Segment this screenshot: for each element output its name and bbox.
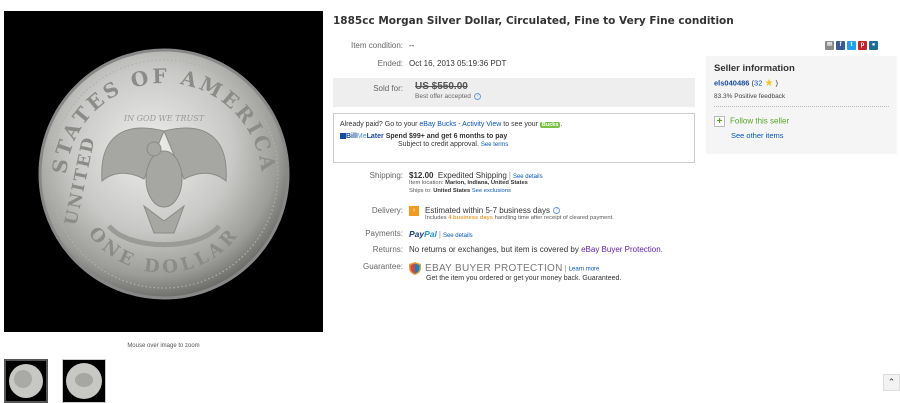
handling-rest: handling time after receipt of cleared p… — [493, 215, 614, 221]
item-condition-row: Item condition: -- — [333, 41, 695, 50]
share-icons: ✉ f t p ● — [825, 41, 878, 50]
payments-row: Payments: PayPal | See details — [333, 229, 695, 239]
bill-me-later-logo: BillMeLater — [340, 133, 384, 140]
score-close: ) — [775, 78, 779, 88]
morgan-dollar-reverse-image: STATES OF AMERICA ONE DOLLAR UNITED IN G… — [38, 48, 290, 300]
sold-price: US $550.00 — [415, 81, 468, 92]
bml-logo-later: Later — [366, 133, 384, 140]
help-icon[interactable]: ? — [473, 93, 481, 100]
pinterest-icon[interactable]: p — [858, 41, 867, 50]
follow-seller-link[interactable]: Follow this seller — [730, 117, 789, 126]
shipping-row: Shipping: $12.00 Expedited Shipping | See … — [333, 171, 695, 195]
see-other-items-line: See other items — [731, 131, 889, 140]
payments-value: PayPal | See details — [409, 229, 473, 239]
condition-label: Item condition: — [350, 41, 403, 50]
item-title: 1885cc Morgan Silver Dollar, Circulated,… — [333, 15, 734, 27]
seller-name-link[interactable]: els040486 — [714, 78, 749, 87]
ebay-bucks-link[interactable]: eBay Bucks - Activity View — [419, 121, 501, 128]
seller-divider — [714, 106, 889, 107]
ended-value: Oct 16, 2013 05:19:36 PDT — [409, 59, 507, 68]
best-offer-note: Best offer accepted? — [415, 93, 481, 100]
returns-value: No returns or exchanges, but item is cov… — [409, 245, 695, 254]
delivery-value: › Estimated within 5-7 business days? In… — [409, 206, 695, 223]
paypal-logo-pay: Pay — [409, 229, 425, 239]
returns-row: Returns: No returns or exchanges, but it… — [333, 245, 695, 254]
guarantee-value: EBAY BUYER PROTECTION | Learn more Get the… — [409, 262, 695, 282]
best-offer-text: Best offer accepted — [415, 93, 471, 101]
plus-icon[interactable]: + — [714, 116, 725, 127]
condition-value: -- — [409, 41, 415, 50]
shipping-method: Expedited Shipping — [437, 171, 507, 180]
paypal-logo-pal: Pal — [424, 229, 437, 239]
seller-info-title: Seller information — [714, 63, 795, 74]
back-to-top-button[interactable]: ⌃ — [883, 374, 900, 391]
shipping-price: $12.00 — [409, 171, 434, 180]
bucks-suffix: . — [560, 121, 563, 128]
ended-label: Ended: — [377, 59, 403, 68]
delivery-label: Delivery: — [371, 206, 403, 215]
ebay-bucks-badge: Bucks — [539, 122, 561, 128]
guarantee-text: Get the item you ordered or get your mon… — [426, 275, 622, 282]
email-icon[interactable]: ✉ — [825, 41, 834, 50]
bill-me-later-line: BillMeLater Spend $99+ and get 6 months … — [340, 133, 688, 140]
delivery-estimate: Estimated within 5-7 business days — [425, 206, 550, 215]
returns-text: No returns or exchanges, but item is cov… — [409, 245, 582, 254]
item-location-label: Item location: — [409, 180, 444, 186]
see-other-items-link[interactable]: See other items — [731, 131, 784, 140]
chevron-up-icon: ⌃ — [887, 377, 896, 387]
buyer-protection-link[interactable]: eBay Buyer Protection. — [581, 245, 663, 254]
bml-credit-note: Subject to credit approval. — [398, 141, 479, 148]
follow-seller-line: + Follow this seller — [714, 116, 889, 127]
star-icon: ★ — [764, 78, 774, 89]
already-paid-box: Already paid? Go to your eBay Bucks - Ac… — [333, 113, 695, 163]
ebay-bucks-line: Already paid? Go to your eBay Bucks - Ac… — [340, 121, 688, 128]
guarantee-row: Guarantee: EBAY BUYER PROTECTION | Learn m… — [333, 262, 695, 282]
returns-label: Returns: — [372, 245, 403, 254]
thumbnail-reverse[interactable] — [62, 359, 106, 403]
positive-feedback: 83.3% Positive feedback — [714, 93, 786, 100]
delivery-truck-icon: › — [409, 206, 419, 216]
bml-logo-bill: Bill — [346, 133, 357, 140]
thumbnail-obverse[interactable] — [4, 359, 48, 403]
bml-terms-link[interactable]: See terms — [481, 142, 508, 148]
bml-logo-me: Me — [356, 133, 367, 140]
learn-more-link[interactable]: Learn more — [569, 267, 600, 273]
exclusions-link[interactable]: See exclusions — [472, 188, 511, 194]
paypal-logo: PayPal — [409, 229, 437, 239]
twitter-icon[interactable]: t — [847, 41, 856, 50]
ended-row: Ended: Oct 16, 2013 05:19:36 PDT — [333, 59, 695, 68]
ships-to: United States — [433, 187, 471, 194]
sold-label: Sold for: — [373, 84, 403, 93]
zoom-hint: Mouse over image to zoom — [127, 343, 200, 349]
main-item-image[interactable]: STATES OF AMERICA ONE DOLLAR UNITED IN G… — [4, 11, 323, 332]
seller-name-line: els040486 (32 ★ ) — [714, 78, 889, 89]
delivery-row: Delivery: › Estimated within 5-7 busines… — [333, 206, 695, 223]
coin-motto: IN GOD WE TRUST — [123, 114, 205, 123]
handling-days: 4 business days — [448, 215, 493, 221]
shipping-value: $12.00 Expedited Shipping | See details It… — [409, 171, 543, 194]
shipping-label: Shipping: — [369, 171, 403, 180]
help-icon[interactable]: ? — [552, 207, 560, 215]
guarantee-label: Guarantee: — [362, 262, 403, 271]
payments-label: Payments: — [365, 229, 403, 238]
ships-to-label: Ships to: — [409, 187, 432, 194]
item-location: Marion, Indiana, United States — [445, 180, 528, 186]
bml-subtext: Subject to credit approval. See terms — [398, 141, 688, 148]
bucks-middle: to see your — [501, 121, 540, 128]
seller-information-box: Seller information els040486 (32 ★ ) 83.… — [706, 56, 897, 154]
sold-price-box: Sold for: US $550.00 Best offer accepted… — [333, 78, 695, 107]
feedback-score-link[interactable]: 32 — [754, 78, 762, 87]
bucks-prefix: Already paid? Go to your — [340, 121, 420, 128]
shield-icon — [409, 262, 421, 275]
handling-prefix: Includes — [425, 215, 449, 221]
bml-offer: Spend $99+ and get 6 months to pay — [385, 133, 508, 140]
payments-details-link[interactable]: See details — [443, 233, 473, 239]
chat-icon[interactable]: ● — [869, 41, 878, 50]
buyer-protection-program: EBAY BUYER PROTECTION — [425, 263, 563, 274]
facebook-icon[interactable]: f — [836, 41, 845, 50]
